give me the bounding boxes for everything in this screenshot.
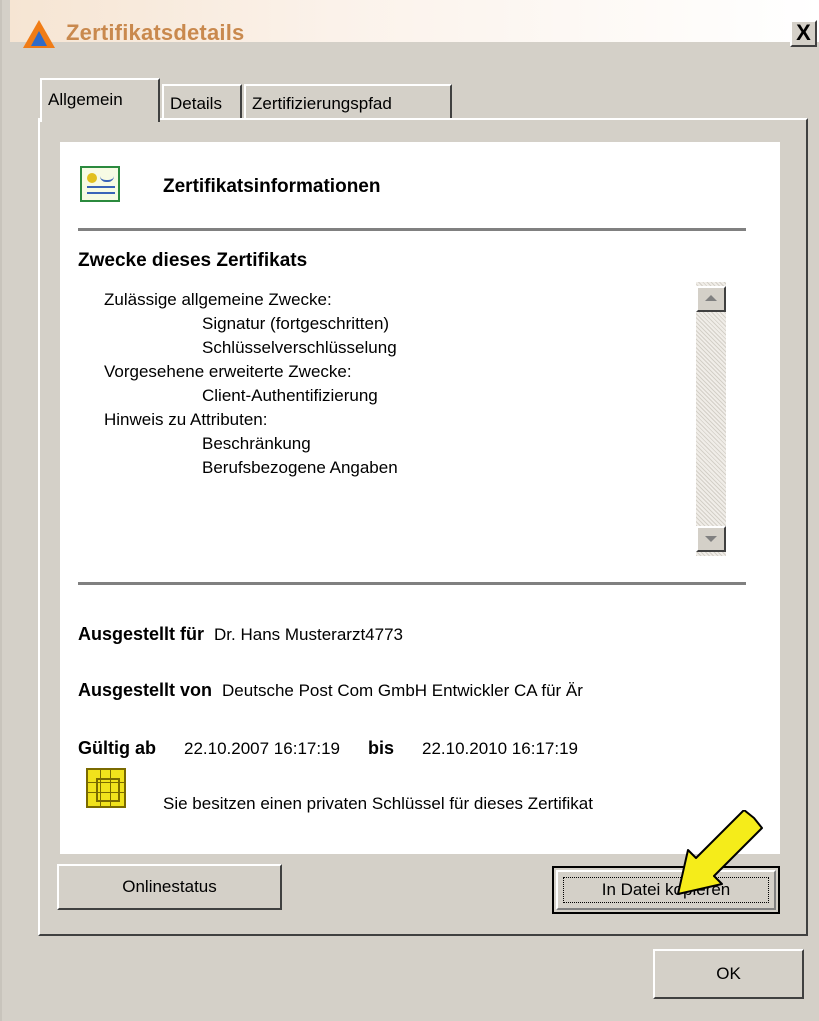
purpose-item: Schlüsselverschlüsselung — [202, 338, 397, 357]
issued-by-row: Ausgestellt von Deutsche Post Com GmbH En… — [78, 680, 583, 701]
validity-row: Gültig ab 22.10.2007 16:17:19 bis 22.10.201… — [78, 738, 578, 759]
purposes-list: Zulässige allgemeine Zwecke: Signatur (f… — [104, 288, 694, 480]
valid-from-value: 22.10.2007 16:17:19 — [184, 739, 340, 758]
arrow-up-icon — [705, 295, 717, 301]
scroll-down-button[interactable] — [696, 526, 726, 552]
valid-to-label: bis — [367, 738, 394, 758]
scroll-up-button[interactable] — [696, 286, 726, 312]
purpose-item: Berufsbezogene Angaben — [202, 458, 398, 477]
window-title: Zertifikatsdetails — [66, 20, 245, 45]
certificate-info-heading: Zertifikatsinformationen — [163, 176, 381, 197]
purposes-heading: Zwecke dieses Zertifikats — [78, 250, 308, 271]
issued-to-value: Dr. Hans Musterarzt4773 — [214, 625, 403, 644]
purpose-item: Vorgesehene erweiterte Zwecke: — [104, 362, 352, 381]
separator — [78, 582, 746, 586]
purpose-item: Client-Authentifizierung — [202, 386, 378, 405]
issued-by-label: Ausgestellt von — [78, 680, 213, 700]
certificate-icon — [80, 166, 120, 202]
purpose-item: Zulässige allgemeine Zwecke: — [104, 290, 332, 309]
close-button[interactable]: X — [790, 20, 817, 47]
issued-to-label: Ausgestellt für — [78, 624, 205, 644]
dialog-window: Zertifikatsdetails X Allgemein Details Z… — [0, 0, 819, 1021]
title-bar: Zertifikatsdetails X — [10, 0, 819, 48]
arrow-down-icon — [705, 536, 717, 542]
ok-button[interactable]: OK — [653, 949, 804, 999]
tab-details[interactable]: Details — [162, 84, 242, 120]
purpose-item: Beschränkung — [202, 434, 311, 453]
smartcard-chip-icon — [86, 768, 126, 808]
purpose-item: Signatur (fortgeschritten) — [202, 314, 390, 333]
certificate-info-box: Zertifikatsinformationen Zwecke dieses Z… — [60, 142, 780, 854]
issued-by-value: Deutsche Post Com GmbH Entwickler CA für… — [222, 681, 583, 700]
purpose-item: Hinweis zu Attributen: — [104, 410, 268, 429]
valid-to-value: 22.10.2010 16:17:19 — [422, 739, 578, 758]
onlinestatus-button[interactable]: Onlinestatus — [57, 864, 282, 910]
separator — [78, 228, 746, 232]
tab-zertifizierungspfad[interactable]: Zertifizierungspfad — [244, 84, 452, 120]
private-key-note: Sie besitzen einen privaten Schlüssel fü… — [163, 794, 593, 813]
purposes-scrollbar[interactable] — [696, 282, 726, 556]
annotation-arrow-icon — [677, 810, 763, 895]
tab-allgemein[interactable]: Allgemein — [40, 78, 160, 122]
valid-from-label: Gültig ab — [78, 738, 156, 758]
issued-to-row: Ausgestellt für Dr. Hans Musterarzt4773 — [78, 624, 403, 645]
